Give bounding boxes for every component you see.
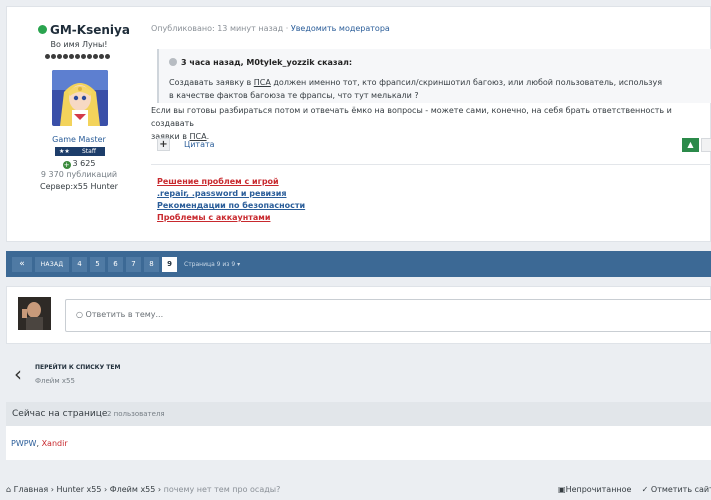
reputation: +3 625 [62,159,96,169]
rank-pips [45,54,115,61]
quote-block: 3 часа назад, M0tylek_yozzik сказал: Соз… [157,49,711,103]
unread-link[interactable]: ▣Непрочитанное [558,485,631,494]
staff-badge: ★★ Staff [55,147,105,156]
author-title: Во имя Луны! [50,40,108,49]
home-icon: ⌂ [6,485,12,494]
quote-collapse-icon[interactable] [169,58,177,66]
star-icon: ★★ [59,148,70,155]
author-server: Сервер:x55 Hunter [40,182,118,191]
post-count: 9 370 публикаций [40,170,118,179]
first-page-button[interactable]: « [12,257,32,272]
current-user-avatar [18,297,51,330]
signature-divider [151,164,711,165]
page-5-button[interactable]: 5 [90,257,105,272]
upvote-button[interactable]: ▲ [682,138,699,152]
mark-read-link[interactable]: ✓ Отметить сайт про [642,485,711,494]
chevron-left-icon: ‹ [14,362,22,386]
sig-link-security[interactable]: Рекомендации по безопасности [157,200,305,212]
reply-box: ○ Ответить в тему... [6,286,711,344]
arrow-up-icon: ▲ [687,140,694,149]
report-link[interactable]: Уведомить модератора [291,24,390,33]
quote-text: Создавать заявку в ПСА должен именно тот… [169,78,663,100]
forum-name: Флейм x55 [35,377,75,385]
author-avatar[interactable] [52,70,108,126]
back-to-topics-link[interactable]: ‹ ПЕРЕЙТИ К СПИСКУ ТЕМ Флейм x55 [10,362,170,392]
caret-down-icon: ▾ [237,261,241,268]
sig-link-accounts[interactable]: Проблемы с аккаунтами [157,212,305,224]
breadcrumb-actions: ▣Непрочитанное ✓ Отметить сайт про [558,485,711,494]
multiquote-button[interactable]: + [157,138,170,151]
page-jump-dropdown[interactable]: Страница 9 из 9 ▾ [184,261,240,268]
online-users-header: Сейчас на странице 2 пользователя [6,402,711,426]
page-6-button[interactable]: 6 [108,257,123,272]
breadcrumb-current: почему нет тем про осады? [163,485,281,494]
check-icon: ✓ [641,485,649,494]
page-9-button[interactable]: 9 [162,257,177,272]
post-date: Опубликовано: 13 минут назад [151,24,284,33]
breadcrumb-item[interactable]: Главная [14,485,49,494]
breadcrumb-item[interactable]: Флейм x55 [110,485,156,494]
pagination-bar: « НАЗАД 4 5 6 7 8 9 Страница 9 из 9 ▾ [6,251,711,277]
post-meta: Опубликовано: 13 минут назад · Уведомить… [151,24,390,33]
post-card: GM-Kseniya Во имя Луны! Game Master ★★ S… [6,6,711,242]
comment-icon: ○ [76,310,83,319]
page-8-button[interactable]: 8 [144,257,159,272]
sig-link-game-problems[interactable]: Решение проблем с игрой [157,176,305,188]
author-group: Game Master [52,135,106,144]
breadcrumb: ⌂ Главная › Hunter x55 › Флейм x55 › поч… [6,485,281,494]
online-count: 2 пользователя [107,410,165,418]
signature: Решение проблем с игрой .repair, .passwo… [157,176,305,224]
reaction-count-button[interactable] [701,138,711,152]
quote-button[interactable]: Цитата [184,140,215,149]
page-4-button[interactable]: 4 [72,257,87,272]
online-user-link[interactable]: PWPW [11,439,36,448]
quote-header[interactable]: 3 часа назад, M0tylek_yozzik сказал: [169,58,352,67]
breadcrumb-item[interactable]: Hunter x55 [56,485,101,494]
online-heading: Сейчас на странице [12,409,108,419]
author-name[interactable]: GM-Kseniya [37,23,130,37]
unread-icon: ▣ [558,485,566,494]
post-body: Если вы готовы разбираться потом и отвеч… [151,106,672,141]
psa-link[interactable]: ПСА [254,78,271,87]
reply-input[interactable]: ○ Ответить в тему... [65,299,711,332]
online-users-list: PWPW, Xandir [6,426,711,460]
prev-page-button[interactable]: НАЗАД [35,257,69,272]
reputation-plus-icon: + [62,161,71,169]
back-to-topics-title: ПЕРЕЙТИ К СПИСКУ ТЕМ [35,364,121,371]
sig-link-repair[interactable]: .repair, .password и ревизия [157,188,305,200]
online-user-list: PWPW, Xandir [11,439,68,448]
online-user-link[interactable]: Xandir [42,439,68,448]
author-panel: GM-Kseniya Во имя Луны! Game Master ★★ S… [7,7,151,241]
page-7-button[interactable]: 7 [126,257,141,272]
